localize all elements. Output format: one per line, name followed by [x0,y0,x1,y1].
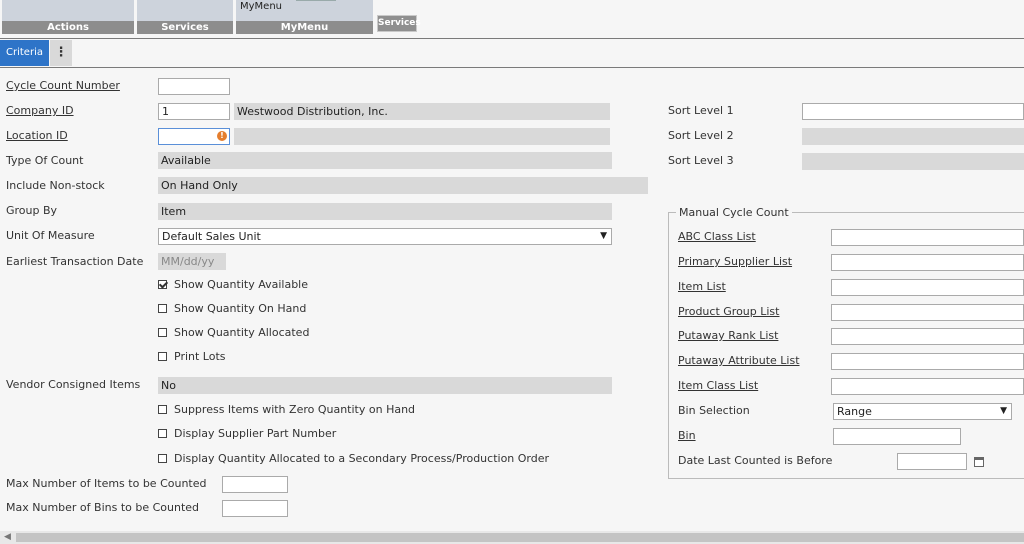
abc-class-list-input[interactable] [831,229,1024,246]
company-description: Westwood Distribution, Inc. [234,103,610,120]
product-group-list-input[interactable] [831,304,1024,321]
unit-of-measure-label: Unit Of Measure [6,229,95,242]
date-last-counted-input[interactable] [897,453,967,470]
type-of-count-label: Type Of Count [6,154,84,167]
group-by-select[interactable]: Item [158,203,612,220]
show-quantity-allocated-label: Show Quantity Allocated [174,326,310,339]
ribbon-group-label: Services [137,21,233,34]
ribbon-group-mymenu[interactable]: MyMenu MyMenu [236,0,373,34]
date-last-counted-label: Date Last Counted is Before [678,454,833,467]
product-group-list-link[interactable]: Product Group List [678,305,779,318]
sort-level-2-label: Sort Level 2 [668,129,734,142]
sort-level-3-select[interactable] [802,153,1024,170]
cycle-count-number-input[interactable] [158,78,230,95]
display-qty-secondary-label: Display Quantity Allocated to a Secondar… [174,452,550,465]
unit-of-measure-select[interactable]: Default Sales Unit ▼ [158,228,612,245]
location-description [234,128,610,145]
calendar-icon[interactable] [974,457,984,467]
print-lots-checkbox[interactable] [158,352,167,361]
max-bins-input[interactable] [222,500,288,517]
horizontal-scrollbar[interactable]: ◀ [0,531,1024,544]
display-qty-secondary-checkbox[interactable] [158,454,167,463]
ribbon-divider [0,38,1024,39]
putaway-rank-list-link[interactable]: Putaway Rank List [678,329,778,342]
ribbon-decoration [296,0,336,1]
company-id-label[interactable]: Company ID [6,104,74,117]
bin-input[interactable] [833,428,961,445]
show-quantity-allocated-checkbox[interactable] [158,328,167,337]
tab-divider [0,67,1024,68]
sort-level-1-label: Sort Level 1 [668,104,734,117]
more-options-icon[interactable]: ⋮ [50,40,72,66]
putaway-rank-list-input[interactable] [831,328,1024,345]
display-supplier-part-checkbox[interactable] [158,429,167,438]
earliest-transaction-date-input[interactable]: MM/dd/yy [158,253,226,270]
dropdown-arrow-icon: ▼ [1000,406,1007,416]
ribbon-group-services[interactable]: Services [137,0,233,34]
suppress-zero-quantity-label: Suppress Items with Zero Quantity on Han… [174,403,416,416]
include-non-stock-select[interactable]: On Hand Only [158,177,648,194]
print-lots-label: Print Lots [174,350,226,363]
type-of-count-select[interactable]: Available [158,152,612,169]
show-quantity-on-hand-checkbox[interactable] [158,304,167,313]
unit-of-measure-value: Default Sales Unit [162,230,261,243]
show-quantity-on-hand-label: Show Quantity On Hand [174,302,307,315]
tab-criteria[interactable]: Criteria [0,40,49,66]
max-items-label: Max Number of Items to be Counted [6,477,207,490]
item-list-input[interactable] [831,279,1024,296]
primary-supplier-list-input[interactable] [831,254,1024,271]
bin-selection-select[interactable]: Range ▼ [833,403,1012,420]
sort-level-3-label: Sort Level 3 [668,154,734,167]
vendor-consigned-items-label: Vendor Consigned Items [6,378,141,391]
max-items-input[interactable] [222,476,288,493]
display-supplier-part-label: Display Supplier Part Number [174,427,337,440]
suppress-zero-quantity-checkbox[interactable] [158,405,167,414]
primary-supplier-list-link[interactable]: Primary Supplier List [678,255,792,268]
include-non-stock-label: Include Non-stock [6,179,105,192]
manual-cycle-count-legend: Manual Cycle Count [676,206,792,219]
max-bins-label: Max Number of Bins to be Counted [6,501,200,514]
earliest-transaction-date-label: Earliest Transaction Date [6,255,144,268]
bin-selection-value: Range [837,405,872,418]
company-id-input[interactable]: 1 [158,103,230,120]
bin-link[interactable]: Bin [678,429,696,442]
location-id-label[interactable]: Location ID [6,129,68,142]
item-class-list-link[interactable]: Item Class List [678,379,758,392]
bin-selection-label: Bin Selection [678,404,750,417]
scroll-left-icon[interactable]: ◀ [4,532,11,542]
group-by-label: Group By [6,204,58,217]
show-quantity-available-checkbox[interactable] [158,280,167,289]
putaway-attribute-list-link[interactable]: Putaway Attribute List [678,354,800,367]
cycle-count-number-label[interactable]: Cycle Count Number [6,79,120,92]
ribbon-group-label: Actions [2,21,134,34]
ribbon-group-label: MyMenu [236,21,373,34]
ribbon-group-actions[interactable]: Actions [2,0,134,34]
sort-level-2-select[interactable] [802,128,1024,145]
error-icon: ! [217,131,227,141]
location-id-input[interactable]: ! [158,128,230,145]
mymenu-title: MyMenu [240,1,283,12]
putaway-attribute-list-input[interactable] [831,353,1024,370]
sort-level-1-select[interactable] [802,103,1024,120]
item-list-link[interactable]: Item List [678,280,726,293]
scrollbar-thumb[interactable] [16,533,1024,542]
services-chip-button[interactable]: Services [377,15,421,32]
dropdown-arrow-icon: ▼ [600,231,607,241]
item-class-list-input[interactable] [831,378,1024,395]
show-quantity-available-label: Show Quantity Available [174,278,308,291]
vendor-consigned-items-select[interactable]: No [158,377,612,394]
abc-class-list-link[interactable]: ABC Class List [678,230,756,243]
